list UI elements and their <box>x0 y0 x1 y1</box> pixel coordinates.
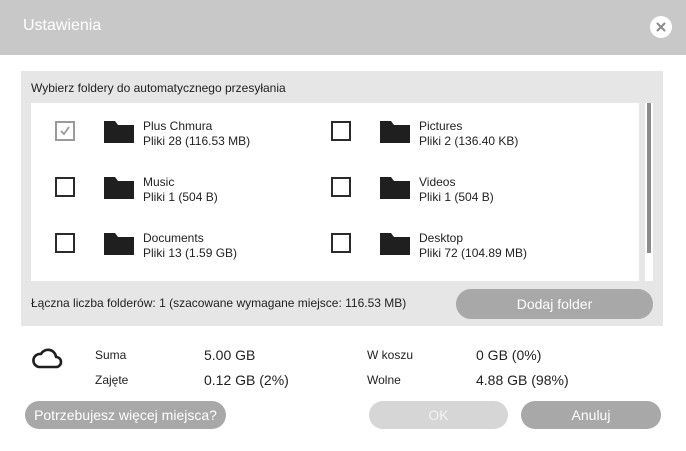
storage-total-value: 5.00 GB <box>204 347 256 363</box>
folder-name: Videos <box>419 175 456 189</box>
folder-meta: Pliki 1 (504 B) <box>419 190 494 204</box>
folder-icon <box>104 233 134 255</box>
storage-free-label: Wolne <box>367 373 401 387</box>
folder-item-videos[interactable]: Videos Pliki 1 (504 B) <box>317 167 597 207</box>
folder-meta: Pliki 13 (1.59 GB) <box>143 246 238 260</box>
cancel-button[interactable]: Anuluj <box>521 401 661 429</box>
folder-icon <box>380 121 410 143</box>
folder-icon <box>380 233 410 255</box>
folder-checkbox[interactable] <box>331 233 351 253</box>
folder-icon <box>104 177 134 199</box>
folder-name: Music <box>143 175 175 189</box>
title-bar: Ustawienia <box>0 0 686 55</box>
folder-name: Desktop <box>419 231 464 245</box>
folder-item-documents[interactable]: Documents Pliki 13 (1.59 GB) <box>41 223 321 263</box>
folder-icon <box>104 121 134 143</box>
folder-meta: Pliki 28 (116.53 MB) <box>143 134 251 148</box>
folder-item-pictures[interactable]: Pictures Pliki 2 (136.40 KB) <box>317 111 597 151</box>
folder-icon <box>380 177 410 199</box>
storage-free-value: 4.88 GB (98%) <box>476 372 569 388</box>
folder-checkbox[interactable] <box>331 177 351 197</box>
folder-item-music[interactable]: Music Pliki 1 (504 B) <box>41 167 321 207</box>
folder-checkbox[interactable] <box>55 177 75 197</box>
folders-panel: Wybierz foldery do automatycznego przesy… <box>21 71 663 326</box>
checkmark-icon <box>60 126 70 136</box>
folder-name: Documents <box>143 231 204 245</box>
folders-total-label: Łączna liczba folderów: 1 (szacowane wym… <box>31 296 407 310</box>
folders-heading: Wybierz foldery do automatycznego przesy… <box>31 81 286 95</box>
folder-checkbox[interactable] <box>331 121 351 141</box>
storage-total-label: Suma <box>95 348 127 362</box>
folder-meta: Pliki 72 (104.89 MB) <box>419 246 528 260</box>
folder-list-scrollbar[interactable] <box>645 103 653 281</box>
folder-checkbox[interactable] <box>55 121 75 141</box>
folder-item-desktop[interactable]: Desktop Pliki 72 (104.89 MB) <box>317 223 597 263</box>
close-button[interactable] <box>650 16 672 38</box>
scrollbar-thumb[interactable] <box>647 103 651 253</box>
storage-trash-label: W koszu <box>367 348 414 362</box>
folder-checkbox[interactable] <box>55 233 75 253</box>
cloud-icon <box>32 348 63 369</box>
close-icon <box>656 22 666 32</box>
folder-meta: Pliki 2 (136.40 KB) <box>419 134 519 148</box>
folder-item-plus-chmura[interactable]: Plus Chmura Pliki 28 (116.53 MB) <box>41 111 321 151</box>
ok-button[interactable]: OK <box>369 401 508 429</box>
folder-list: Plus Chmura Pliki 28 (116.53 MB) Music P… <box>31 103 639 281</box>
storage-trash-value: 0 GB (0%) <box>476 347 542 363</box>
add-folder-button[interactable]: Dodaj folder <box>456 289 653 319</box>
folder-name: Pictures <box>419 119 463 133</box>
window-title: Ustawienia <box>23 17 102 34</box>
more-space-button[interactable]: Potrzebujesz więcej miejsca? <box>25 401 226 429</box>
storage-used-value: 0.12 GB (2%) <box>204 372 289 388</box>
folder-name: Plus Chmura <box>143 119 213 133</box>
storage-used-label: Zajęte <box>95 373 129 387</box>
folder-meta: Pliki 1 (504 B) <box>143 190 218 204</box>
